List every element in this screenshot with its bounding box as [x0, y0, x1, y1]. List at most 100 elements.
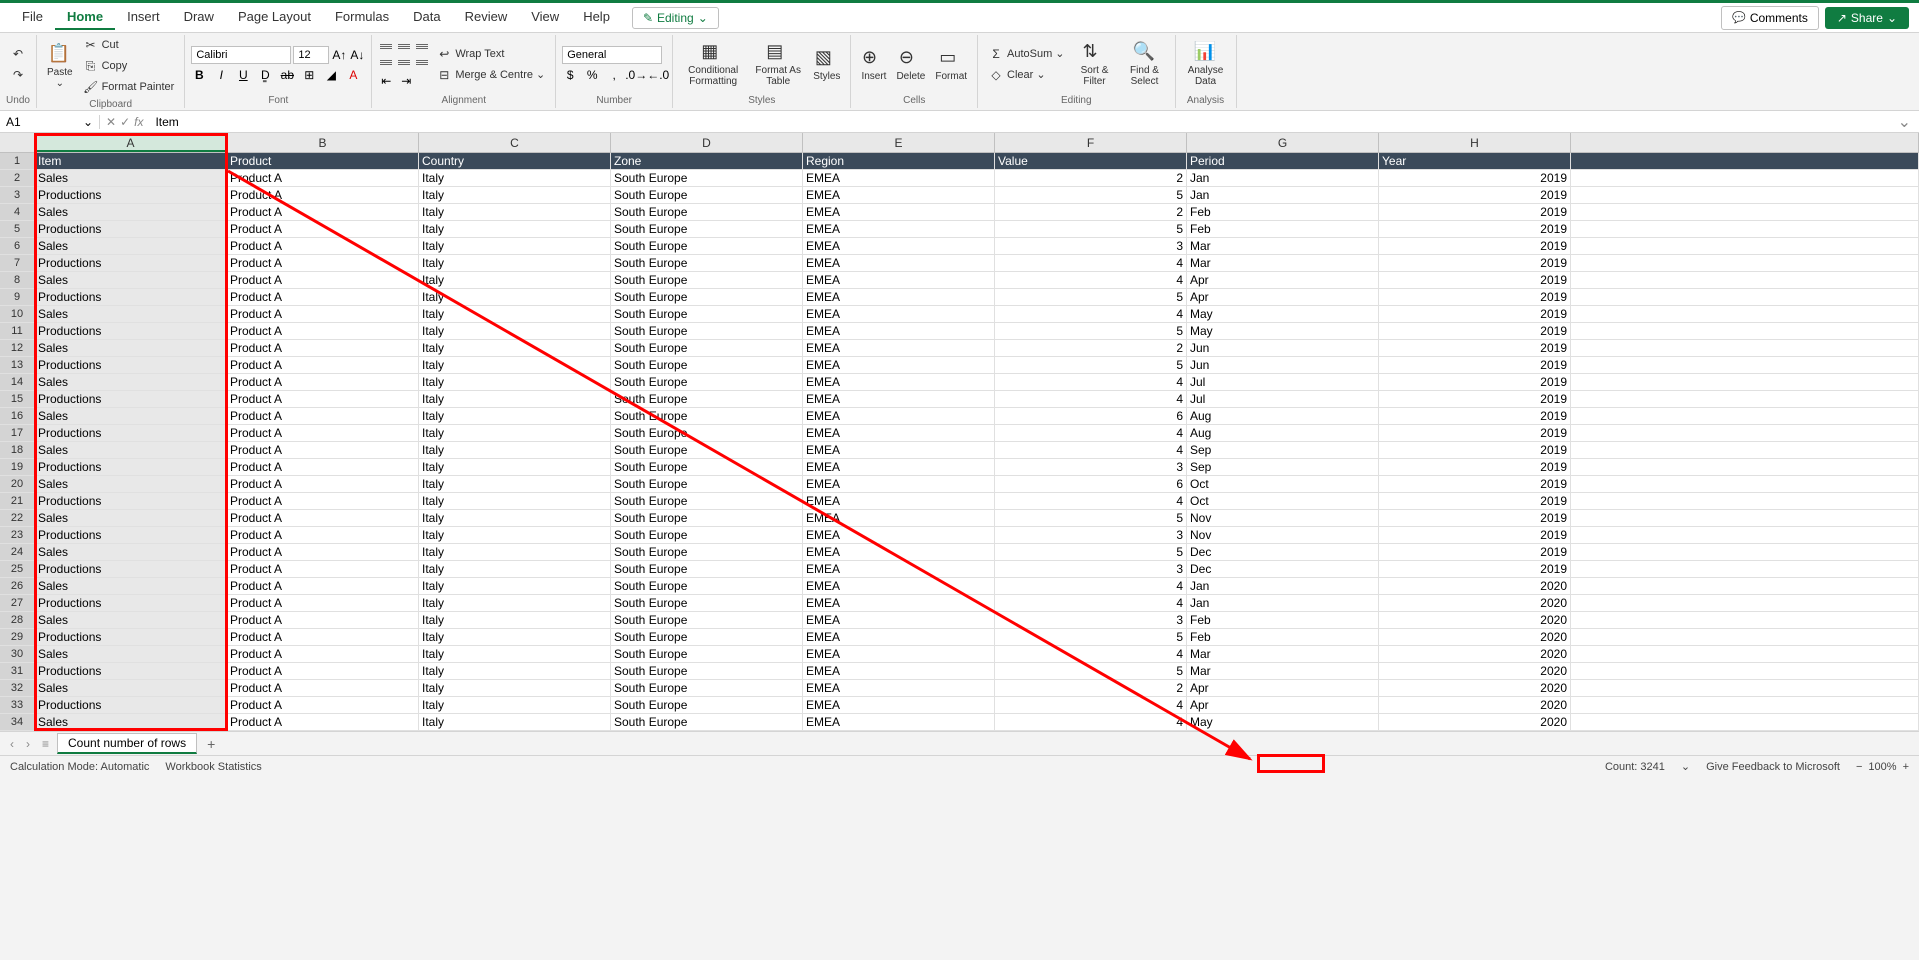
data-cell[interactable]: Productions [35, 697, 227, 714]
data-cell[interactable]: 2 [995, 340, 1187, 357]
currency-button[interactable]: $ [562, 67, 578, 83]
row-header[interactable]: 3 [0, 187, 35, 204]
find-select-button[interactable]: 🔍Find & Select [1121, 39, 1169, 89]
column-header-h[interactable]: H [1379, 133, 1571, 152]
data-cell[interactable]: 2020 [1379, 612, 1571, 629]
data-cell[interactable]: Oct [1187, 476, 1379, 493]
analyse-data-button[interactable]: 📊Analyse Data [1182, 39, 1230, 89]
data-cell[interactable]: Productions [35, 289, 227, 306]
data-cell[interactable]: Sales [35, 578, 227, 595]
data-cell[interactable]: South Europe [611, 629, 803, 646]
data-cell[interactable]: 3 [995, 527, 1187, 544]
decrease-font-icon[interactable]: A↓ [349, 47, 365, 63]
data-cell[interactable]: Italy [419, 204, 611, 221]
row-header[interactable]: 24 [0, 544, 35, 561]
formula-input[interactable]: Item [149, 115, 1889, 129]
data-cell[interactable]: Oct [1187, 493, 1379, 510]
font-name-input[interactable] [191, 46, 291, 64]
data-cell[interactable]: Italy [419, 493, 611, 510]
name-box[interactable]: A1⌄ [0, 115, 100, 129]
data-cell[interactable]: 5 [995, 357, 1187, 374]
row-header[interactable]: 20 [0, 476, 35, 493]
data-cell[interactable]: 5 [995, 510, 1187, 527]
data-cell[interactable]: Mar [1187, 238, 1379, 255]
data-cell[interactable]: EMEA [803, 561, 995, 578]
data-cell[interactable]: EMEA [803, 187, 995, 204]
data-cell[interactable]: South Europe [611, 493, 803, 510]
italic-button[interactable]: I [213, 67, 229, 83]
header-cell[interactable]: Year [1379, 153, 1571, 170]
border-button[interactable]: ⊞ [301, 67, 317, 83]
data-cell[interactable]: Product A [227, 221, 419, 238]
data-cell[interactable]: 5 [995, 544, 1187, 561]
data-cell[interactable]: Product A [227, 306, 419, 323]
row-header[interactable]: 11 [0, 323, 35, 340]
data-cell[interactable]: EMEA [803, 697, 995, 714]
double-underline-button[interactable]: D̳ [257, 67, 273, 83]
data-cell[interactable]: 2019 [1379, 204, 1571, 221]
data-cell[interactable]: Productions [35, 221, 227, 238]
header-cell[interactable]: Country [419, 153, 611, 170]
data-cell[interactable]: 2020 [1379, 646, 1571, 663]
row-header[interactable]: 22 [0, 510, 35, 527]
data-cell[interactable]: Italy [419, 629, 611, 646]
insert-cells-button[interactable]: ⊕Insert [857, 45, 890, 84]
data-cell[interactable]: Italy [419, 272, 611, 289]
data-cell[interactable]: 2019 [1379, 306, 1571, 323]
data-cell[interactable]: Sales [35, 476, 227, 493]
column-header-g[interactable]: G [1187, 133, 1379, 152]
decrease-decimal-button[interactable]: ←.0 [650, 67, 666, 83]
data-cell[interactable]: 5 [995, 221, 1187, 238]
data-cell[interactable]: Productions [35, 493, 227, 510]
data-cell[interactable]: Product A [227, 374, 419, 391]
data-cell[interactable]: EMEA [803, 306, 995, 323]
data-cell[interactable]: 2019 [1379, 187, 1571, 204]
sheet-tab-active[interactable]: Count number of rows [57, 733, 197, 754]
tab-all-icon[interactable]: ≡ [38, 737, 53, 751]
data-cell[interactable]: Jan [1187, 578, 1379, 595]
data-cell[interactable]: Sales [35, 612, 227, 629]
row-header[interactable]: 10 [0, 306, 35, 323]
data-cell[interactable]: Italy [419, 323, 611, 340]
data-cell[interactable]: Italy [419, 680, 611, 697]
data-cell[interactable]: Productions [35, 357, 227, 374]
menu-item-help[interactable]: Help [571, 5, 622, 30]
data-cell[interactable]: 5 [995, 323, 1187, 340]
data-cell[interactable]: Feb [1187, 204, 1379, 221]
data-cell[interactable]: Productions [35, 663, 227, 680]
data-cell[interactable]: Sales [35, 544, 227, 561]
data-cell[interactable]: South Europe [611, 595, 803, 612]
data-cell[interactable]: Italy [419, 459, 611, 476]
data-cell[interactable]: 3 [995, 612, 1187, 629]
data-cell[interactable]: Sales [35, 204, 227, 221]
data-cell[interactable]: Productions [35, 595, 227, 612]
format-painter-button[interactable]: 🖌Format Painter [79, 77, 179, 97]
data-cell[interactable]: Italy [419, 357, 611, 374]
data-cell[interactable]: 4 [995, 374, 1187, 391]
data-cell[interactable]: Italy [419, 187, 611, 204]
data-cell[interactable]: Jan [1187, 595, 1379, 612]
data-cell[interactable]: EMEA [803, 629, 995, 646]
data-cell[interactable]: Product A [227, 680, 419, 697]
number-format-input[interactable] [562, 46, 662, 64]
data-cell[interactable]: Italy [419, 612, 611, 629]
data-cell[interactable]: Productions [35, 323, 227, 340]
data-cell[interactable]: South Europe [611, 680, 803, 697]
data-cell[interactable]: South Europe [611, 238, 803, 255]
data-cell[interactable]: Italy [419, 391, 611, 408]
menu-item-home[interactable]: Home [55, 5, 115, 30]
data-cell[interactable]: 4 [995, 425, 1187, 442]
copy-button[interactable]: ⎘Copy [79, 56, 179, 76]
data-cell[interactable]: South Europe [611, 272, 803, 289]
data-cell[interactable]: South Europe [611, 510, 803, 527]
row-header[interactable]: 15 [0, 391, 35, 408]
data-cell[interactable]: May [1187, 323, 1379, 340]
accept-formula-icon[interactable]: ✓ [120, 115, 130, 129]
row-header[interactable]: 7 [0, 255, 35, 272]
data-cell[interactable]: Apr [1187, 697, 1379, 714]
clear-button[interactable]: ◇Clear⌄ [984, 65, 1068, 85]
comments-button[interactable]: Comments [1721, 6, 1819, 30]
column-header-d[interactable]: D [611, 133, 803, 152]
row-header[interactable]: 26 [0, 578, 35, 595]
format-cells-button[interactable]: ▭Format [931, 45, 971, 84]
